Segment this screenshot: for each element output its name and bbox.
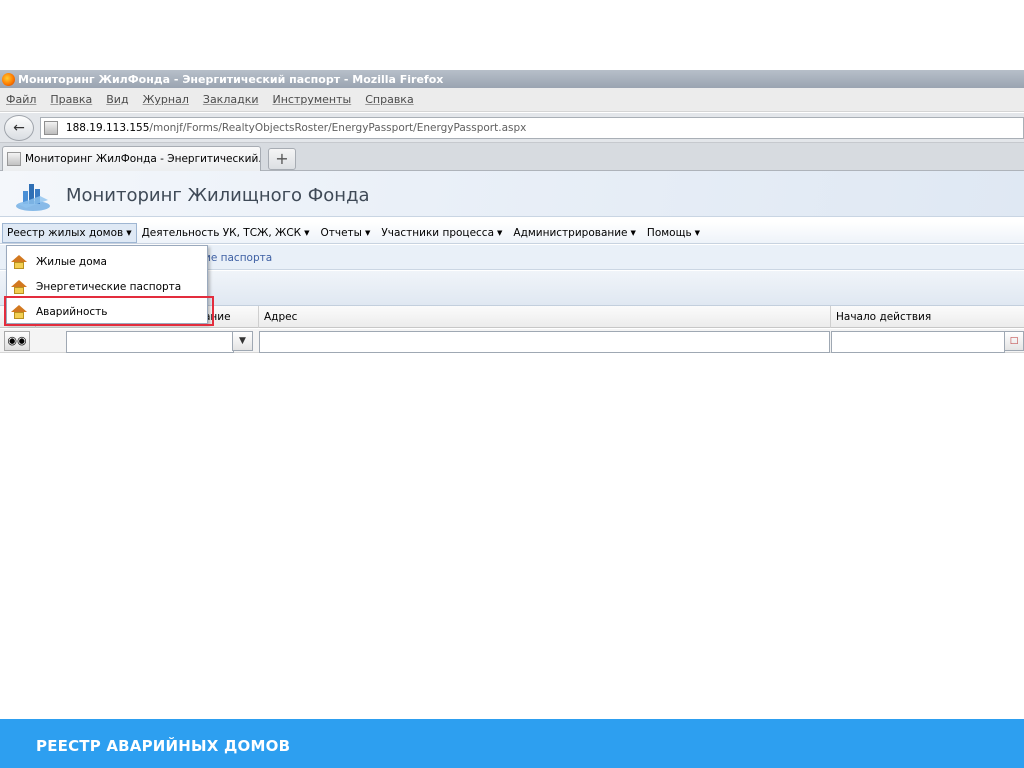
app-logo-icon — [16, 184, 50, 211]
footer-title: РЕЕСТР АВАРИЙНЫХ ДОМОВ — [36, 737, 291, 755]
menu-help[interactable]: Справка — [365, 93, 413, 106]
firefox-icon — [2, 72, 15, 86]
chevron-down-icon: ▼ — [239, 336, 246, 346]
navigation-bar: ← 188.19.113.155/monjf/Forms/RealtyObjec… — [0, 113, 1024, 143]
binoculars-icon: ◉◉ — [7, 334, 27, 347]
browser-menubar: Файл Правка Вид Журнал Закладки Инструме… — [0, 88, 1024, 112]
url-path: /monjf/Forms/RealtyObjectsRoster/EnergyP… — [149, 121, 527, 134]
menu-label: Реестр жилых домов — [7, 226, 124, 239]
caret-down-icon: ▼ — [364, 228, 371, 237]
menu-management-activity[interactable]: Деятельность УК, ТСЖ, ЖСК ▼ — [137, 223, 316, 243]
menu-bookmarks[interactable]: Закладки — [203, 93, 259, 106]
grid-header-address[interactable]: Адрес — [258, 306, 836, 328]
back-arrow-icon: ← — [13, 119, 25, 136]
menu-edit[interactable]: Правка — [50, 93, 92, 106]
window-titlebar: Мониторинг ЖилФонда - Энергитический пас… — [0, 70, 1024, 88]
address-filter-input[interactable] — [259, 331, 830, 353]
dropdown-item-residential-houses[interactable]: Жилые дома — [7, 250, 211, 274]
combo-dropdown-button[interactable]: ▼ — [232, 331, 253, 351]
calendar-button[interactable]: □ — [1004, 331, 1024, 351]
highlight-annotation — [4, 296, 214, 326]
date-filter-input[interactable] — [831, 331, 1005, 353]
menu-administration[interactable]: Администрирование ▼ — [508, 223, 642, 243]
menu-label: Участники процесса — [381, 226, 495, 239]
back-button[interactable]: ← — [4, 114, 34, 141]
house-icon — [11, 280, 27, 294]
caret-down-icon: ▼ — [304, 228, 310, 237]
menu-label: Помощь — [646, 226, 692, 239]
name-filter-combo[interactable] — [66, 331, 234, 353]
dropdown-item-label: Жилые дома — [36, 256, 107, 268]
tab-active[interactable]: Мониторинг ЖилФонда - Энергитический... — [2, 146, 261, 171]
menu-view[interactable]: Вид — [106, 93, 128, 106]
menu-housing-registry[interactable]: Реестр жилых домов ▼ — [2, 222, 137, 243]
new-tab-button[interactable]: + — [268, 148, 296, 170]
caret-down-icon: ▼ — [497, 228, 503, 237]
menu-tools[interactable]: Инструменты — [273, 93, 352, 106]
menu-label: Отчеты — [320, 226, 362, 239]
menu-reports[interactable]: Отчеты ▼ — [316, 223, 377, 243]
tab-label: Мониторинг ЖилФонда - Энергитический... — [25, 153, 261, 165]
menu-help-app[interactable]: Помощь ▼ — [642, 223, 706, 243]
page-icon — [43, 120, 58, 135]
menu-participants[interactable]: Участники процесса ▼ — [376, 223, 508, 243]
caret-down-icon: ▼ — [630, 228, 636, 237]
grid-header-start-date[interactable]: Начало действия — [830, 306, 1024, 328]
main-menu: Реестр жилых домов ▼ Деятельность УК, ТСЖ… — [0, 222, 1024, 244]
menu-label: Администрирование — [513, 226, 628, 239]
filter-button[interactable]: ◉◉ — [4, 331, 30, 351]
window-title: Мониторинг ЖилФонда - Энергитический пас… — [18, 72, 444, 86]
menu-file[interactable]: Файл — [6, 93, 36, 106]
app-title: Мониторинг Жилищного Фонда — [66, 185, 370, 206]
page-icon — [7, 152, 21, 166]
dropdown-item-label: Энергетические паспорта — [36, 281, 182, 293]
house-icon — [11, 255, 27, 269]
caret-down-icon: ▼ — [126, 228, 132, 237]
url-field[interactable]: 188.19.113.155/monjf/Forms/RealtyObjects… — [39, 116, 1024, 139]
caret-down-icon: ▼ — [694, 228, 701, 237]
calendar-icon: □ — [1009, 336, 1019, 346]
url-host: 188.19.113.155 — [65, 121, 150, 134]
menu-label: Деятельность УК, ТСЖ, ЖСК — [141, 226, 302, 239]
breadcrumb-link[interactable]: ие паспорта — [204, 252, 272, 264]
menu-history[interactable]: Журнал — [143, 93, 189, 106]
